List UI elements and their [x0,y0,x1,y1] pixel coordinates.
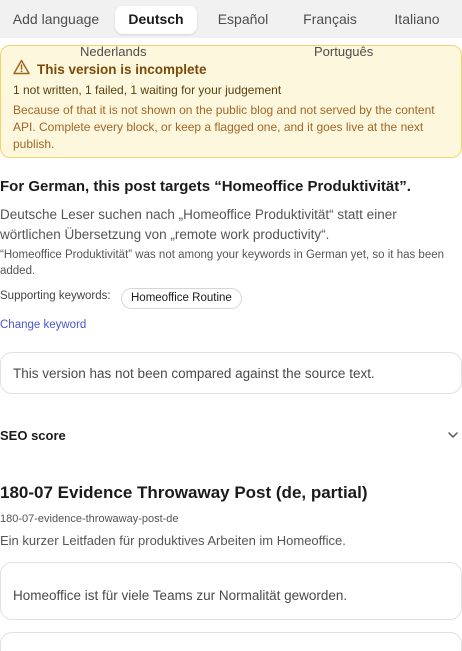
seo-score-label[interactable]: SEO score [0,428,66,443]
add-language-button[interactable]: Add language [0,6,112,34]
supporting-keywords-label: Supporting keywords: [0,290,111,302]
tab-nederlands[interactable]: Nederlands [80,44,147,59]
tab-portugues[interactable]: Português [314,44,373,59]
post-slug: 180-07-evidence-throwaway-post-de [0,513,179,525]
content-block-text: Homeoffice ist für viele Teams zur Norma… [13,588,348,603]
comparison-notice: This version has not been compared again… [13,366,375,381]
incomplete-warning: This version is incomplete 1 not written… [0,45,462,158]
warning-title: This version is incomplete [37,62,207,77]
supporting-keyword-chip[interactable]: Homeoffice Routine [121,288,242,309]
content-block[interactable]: Homeoffice ist für viele Teams zur Norma… [0,562,462,620]
change-keyword-link[interactable]: Change keyword [0,319,86,331]
warning-triangle-icon [13,59,30,80]
tab-francais[interactable]: Français [290,6,370,34]
warning-summary: 1 not written, 1 failed, 1 waiting for y… [13,83,282,97]
content-block-next[interactable] [0,632,462,651]
language-tab-bar: Add language Deutsch Español Français It… [0,0,462,38]
target-description: Deutsche Leser suchen nach „Homeoffice P… [0,207,397,242]
tab-espanol[interactable]: Español [203,6,283,34]
target-note: “Homeoffice Produktivität” was not among… [0,249,445,277]
post-title: 180-07 Evidence Throwaway Post (de, part… [0,483,368,502]
tab-deutsch[interactable]: Deutsch [115,6,197,34]
warning-header: This version is incomplete [13,59,207,80]
chevron-down-icon[interactable] [446,428,460,447]
post-excerpt: Ein kurzer Leitfaden für produktives Arb… [0,533,346,548]
target-heading: For German, this post targets “Homeoffic… [0,178,411,195]
tab-italiano[interactable]: Italiano [378,6,456,34]
comparison-notice-box: This version has not been compared again… [0,352,462,394]
warning-detail: Because of that it is not shown on the p… [13,103,435,151]
